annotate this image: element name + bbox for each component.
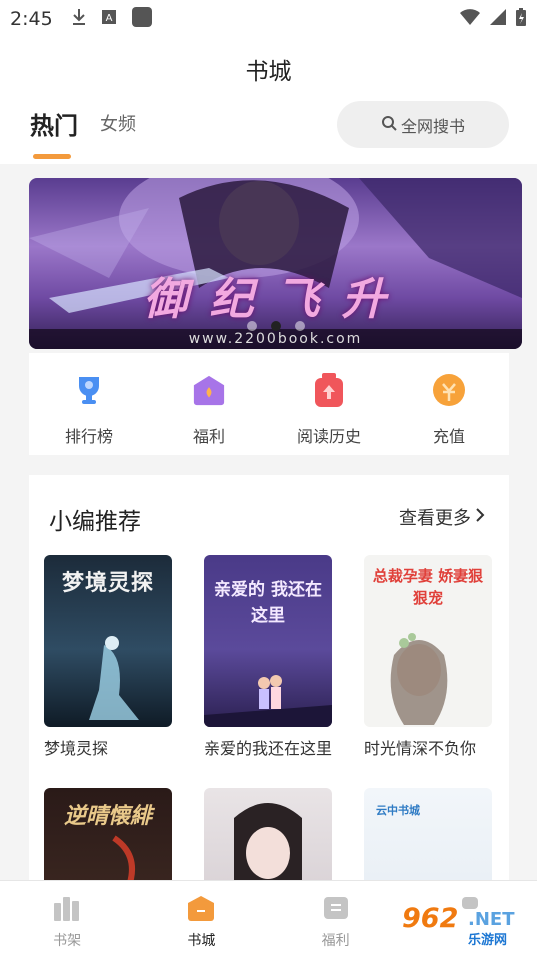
quick-link-history[interactable]: 阅读历史 bbox=[269, 353, 389, 455]
status-time: 2:45 bbox=[10, 8, 53, 30]
trophy-icon bbox=[72, 373, 106, 407]
carousel-dot-active[interactable] bbox=[270, 321, 281, 331]
book-title: 梦境灵探 bbox=[44, 739, 109, 758]
quick-link-label: 排行榜 bbox=[64, 427, 113, 446]
nav-label: 福利 bbox=[321, 933, 350, 949]
benefit-icon bbox=[322, 895, 350, 925]
section-title: 小编推荐 bbox=[49, 509, 141, 535]
banner-url: www.2200book.com bbox=[29, 329, 522, 349]
cover-title: 云中书城 bbox=[376, 804, 420, 817]
bookshelf-icon bbox=[53, 895, 81, 925]
tab-hot[interactable]: 热门 bbox=[30, 106, 78, 141]
keyboard-a-icon: A bbox=[101, 9, 117, 29]
nav-bookshelf[interactable]: 书架 bbox=[0, 881, 134, 956]
cover-art bbox=[204, 675, 332, 727]
cover-art bbox=[89, 636, 139, 720]
quick-link-label: 充值 bbox=[432, 427, 465, 446]
header: 书城 热门 女频 全网搜书 bbox=[0, 38, 537, 164]
book-card[interactable]: 梦境灵探 梦境灵探 bbox=[44, 555, 172, 761]
banner-carousel[interactable]: 御纪飞升 www.2200book.com bbox=[29, 178, 522, 349]
nav-bookstore[interactable]: 书城 bbox=[134, 881, 268, 956]
history-bag-icon bbox=[312, 373, 346, 407]
cover-art bbox=[390, 633, 448, 725]
watermark-logo: 962 .NET 乐游网 bbox=[398, 903, 532, 949]
coin-icon bbox=[432, 373, 466, 407]
recommend-section: 小编推荐 查看更多 梦境灵探 梦境灵探 亲爱的 我还在这里 亲爱的我还在这里 总… bbox=[29, 475, 509, 956]
quick-link-benefits[interactable]: 福利 bbox=[149, 353, 269, 455]
nav-label: 书城 bbox=[187, 933, 216, 949]
watermark-net: .NET bbox=[468, 909, 515, 930]
chevron-right-icon bbox=[475, 507, 485, 528]
watermark-site: 乐游网 bbox=[468, 933, 508, 948]
see-more-link[interactable]: 查看更多 bbox=[399, 504, 485, 530]
book-cover: 总裁孕妻 娇妻狠狠宠 bbox=[364, 555, 492, 727]
quick-link-recharge[interactable]: 充值 bbox=[389, 353, 509, 455]
status-bar: 2:45 A bbox=[0, 0, 537, 38]
download-icon bbox=[71, 8, 87, 30]
quick-link-label: 福利 bbox=[192, 427, 225, 446]
wifi-icon bbox=[459, 8, 481, 30]
search-button[interactable]: 全网搜书 bbox=[337, 101, 509, 148]
watermark-number: 962 bbox=[402, 903, 459, 934]
book-card[interactable]: 总裁孕妻 娇妻狠狠宠 时光情深不负你 bbox=[364, 555, 492, 761]
search-icon bbox=[381, 115, 397, 135]
carousel-dot[interactable] bbox=[246, 321, 257, 331]
signal-icon bbox=[489, 8, 507, 30]
see-more-label: 查看更多 bbox=[399, 508, 471, 529]
tab-female[interactable]: 女频 bbox=[100, 110, 136, 136]
book-title: 时光情深不负你 bbox=[364, 739, 477, 758]
book-cover: 亲爱的 我还在这里 bbox=[204, 555, 332, 727]
battery-icon bbox=[515, 7, 527, 31]
quick-links: 排行榜 福利 阅读历史 充值 bbox=[29, 353, 509, 455]
svg-text:A: A bbox=[105, 13, 112, 24]
gift-house-icon bbox=[192, 373, 226, 407]
carousel-dot[interactable] bbox=[294, 321, 305, 331]
nav-label: 书架 bbox=[53, 933, 82, 949]
app-square-icon bbox=[131, 6, 153, 32]
search-label: 全网搜书 bbox=[400, 116, 465, 136]
bookstore-icon bbox=[187, 895, 215, 925]
banner-title: 御纪飞升 bbox=[143, 274, 408, 325]
carousel-dots bbox=[29, 321, 522, 331]
page-title: 书城 bbox=[245, 59, 292, 85]
active-tab-indicator bbox=[33, 154, 71, 159]
book-card[interactable]: 亲爱的 我还在这里 亲爱的我还在这里 bbox=[204, 555, 332, 761]
status-right-icons bbox=[459, 7, 527, 31]
quick-link-label: 阅读历史 bbox=[296, 427, 361, 446]
nav-benefits[interactable]: 福利 bbox=[269, 881, 403, 956]
book-cover: 梦境灵探 bbox=[44, 555, 172, 727]
book-title: 亲爱的我还在这里 bbox=[204, 739, 333, 758]
quick-link-ranking[interactable]: 排行榜 bbox=[29, 353, 149, 455]
